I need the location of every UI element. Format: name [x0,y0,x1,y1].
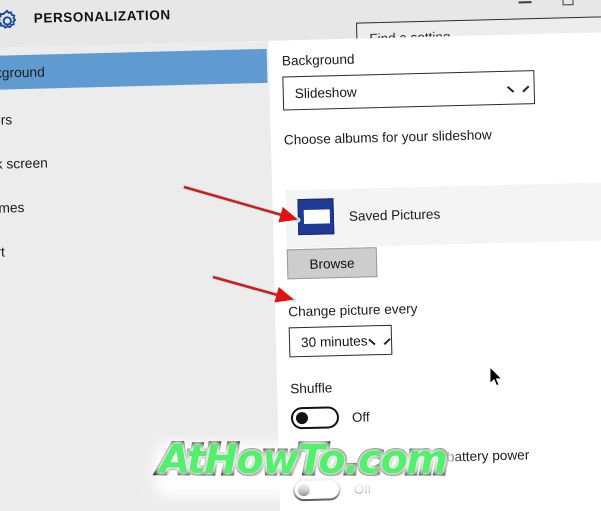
watermark-text: AtHowTo.com [157,435,450,486]
sidebar-item-label: Start [0,244,5,260]
browse-button-label: Browse [309,255,355,272]
shuffle-label: Shuffle [290,380,333,397]
sidebar-item-start[interactable]: Start [0,228,274,270]
sidebar-item-colors[interactable]: Colors [0,96,271,138]
sidebar-item-lock-screen[interactable]: Lock screen [0,140,272,182]
settings-window: PERSONALIZATION Find a setting Backgroun… [0,0,601,511]
change-interval-value: 30 minutes [300,332,368,350]
shuffle-toggle[interactable] [290,406,340,430]
background-type-dropdown[interactable]: Slideshow [282,70,536,111]
choose-albums-label: Choose albums for your slideshow [283,127,492,148]
browse-button[interactable]: Browse [286,247,378,280]
watermark: AtHowTo.com [148,435,458,503]
shuffle-state: Off [351,409,370,425]
sidebar-item-themes[interactable]: Themes [0,184,273,226]
app-title: PERSONALIZATION [33,7,171,26]
screenshot-root: PERSONALIZATION Find a setting Backgroun… [0,0,601,511]
list-item[interactable]: Saved Pictures [297,196,440,236]
background-type-value: Slideshow [294,84,357,101]
pictures-folder-icon [297,198,335,236]
album-name: Saved Pictures [348,206,441,224]
mouse-cursor [489,366,503,387]
maximize-button[interactable] [555,0,581,10]
minimize-button[interactable] [512,0,538,11]
sidebar-item-label: Themes [0,199,25,216]
background-label: Background [281,51,355,69]
change-interval-dropdown[interactable]: 30 minutes [288,324,393,358]
chevron-down-icon [369,336,382,349]
album-list: Saved Pictures [285,181,601,249]
chevron-down-icon [508,83,521,96]
gear-icon [0,9,17,29]
sidebar-item-label: Background [0,64,45,81]
sidebar-item-background[interactable]: Background [0,48,268,91]
toggle-knob [295,411,309,425]
minimize-icon [518,1,532,4]
sidebar-item-label: Lock screen [0,154,49,172]
maximize-icon [562,0,574,6]
sidebar-item-label: Colors [0,111,13,128]
change-picture-every-label: Change picture every [288,301,418,320]
